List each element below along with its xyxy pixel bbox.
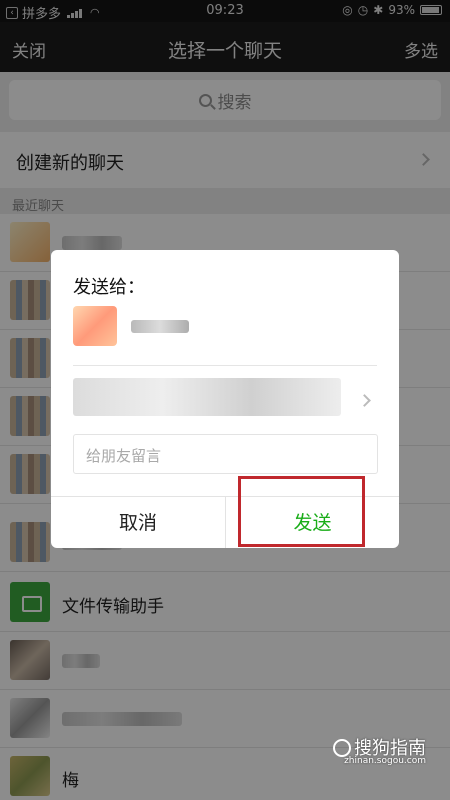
recipient-avatar [73, 306, 117, 346]
recipient-name-blurred [131, 320, 189, 333]
watermark: 搜狗指南 zhinan.sogou.com [333, 734, 426, 766]
divider [73, 365, 377, 366]
watermark-url: zhinan.sogou.com [344, 756, 426, 766]
chevron-right-icon [358, 394, 371, 407]
cancel-button[interactable]: 取消 [51, 497, 225, 548]
dialog-heading: 发送给： [73, 277, 145, 298]
shared-content-preview[interactable] [73, 378, 341, 416]
message-input[interactable]: 给朋友留言 [73, 434, 378, 474]
sogou-logo-icon [333, 739, 351, 757]
highlight-box [238, 476, 365, 547]
